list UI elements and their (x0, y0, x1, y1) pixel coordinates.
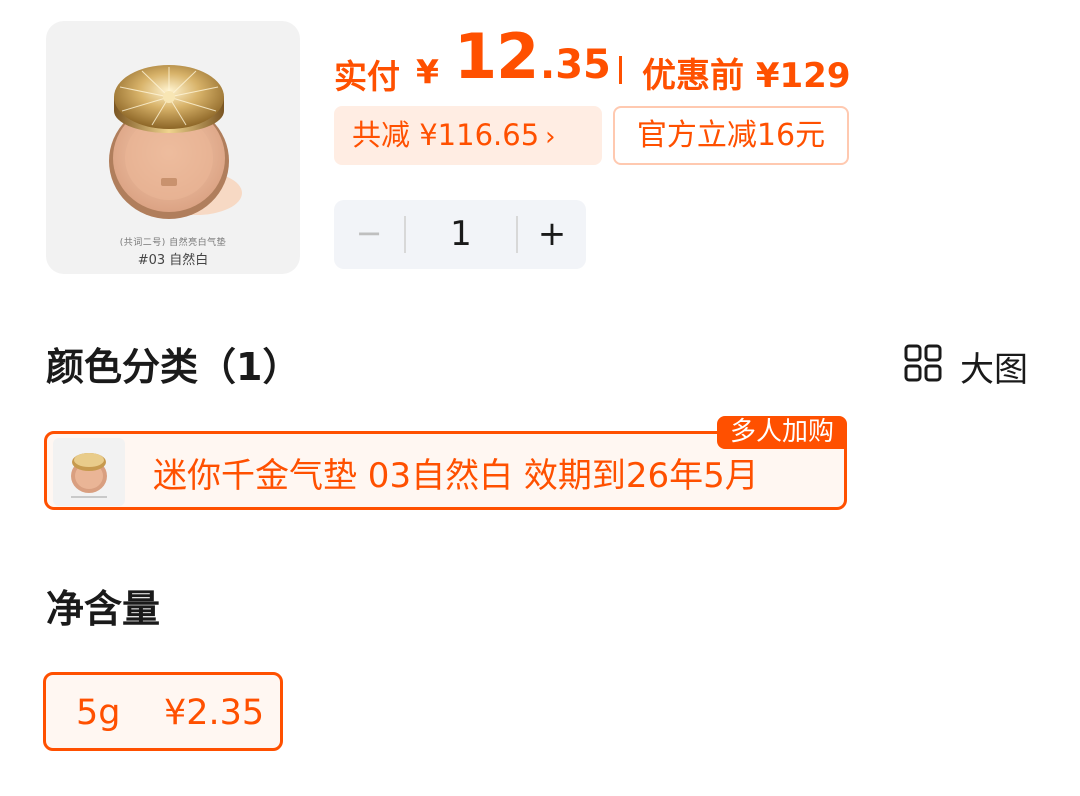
product-image-caption: #03 自然白 (137, 253, 209, 268)
total-discount-label: 共减 ¥116.65 (352, 118, 540, 152)
size-option-size: 5g (76, 693, 121, 733)
original-price: 优惠前 ¥129 (642, 48, 850, 97)
popular-badge: 多人加购 (717, 416, 847, 449)
quantity-value[interactable]: 1 (406, 200, 516, 269)
color-option-label: 迷你千金气垫 03自然白 效期到26年5月 (153, 456, 759, 496)
color-section-title: 颜色分类（1） (46, 345, 301, 389)
price-row: 实付 ¥ 12 .35 优惠前 ¥129 (334, 16, 1034, 96)
product-image[interactable]: (共词二号) 自然亮白气垫 #03 自然白 (46, 21, 300, 274)
paid-price-integer: 12 (454, 20, 539, 93)
product-image-caption-small: (共词二号) 自然亮白气垫 (119, 238, 227, 248)
original-price-value: ¥129 (755, 56, 851, 96)
currency-symbol: ¥ (416, 52, 439, 91)
paid-label: 实付 (334, 57, 400, 96)
big-image-label: 大图 (960, 350, 1028, 390)
official-discount-badge: 官方立减16元 (613, 106, 849, 165)
size-option-price: ¥2.35 (164, 693, 265, 733)
decrease-quantity-button[interactable]: − (334, 200, 404, 269)
chevron-right-icon: › (545, 122, 556, 152)
total-discount-button[interactable]: 共减 ¥116.65 › (334, 106, 602, 165)
original-price-label: 优惠前 (642, 56, 744, 96)
grid-icon (904, 344, 942, 382)
size-option-selected[interactable]: 5g ¥2.35 (43, 672, 283, 751)
net-content-section-title: 净含量 (46, 587, 161, 631)
paid-price-decimal: .35 (540, 42, 611, 88)
big-image-button[interactable]: 大图 (904, 342, 1044, 390)
cushion-compact-icon (71, 453, 107, 498)
price-divider (619, 56, 622, 84)
variant-thumbnail (53, 438, 125, 506)
increase-quantity-button[interactable]: + (518, 200, 586, 269)
quantity-stepper: − 1 + (334, 200, 586, 269)
